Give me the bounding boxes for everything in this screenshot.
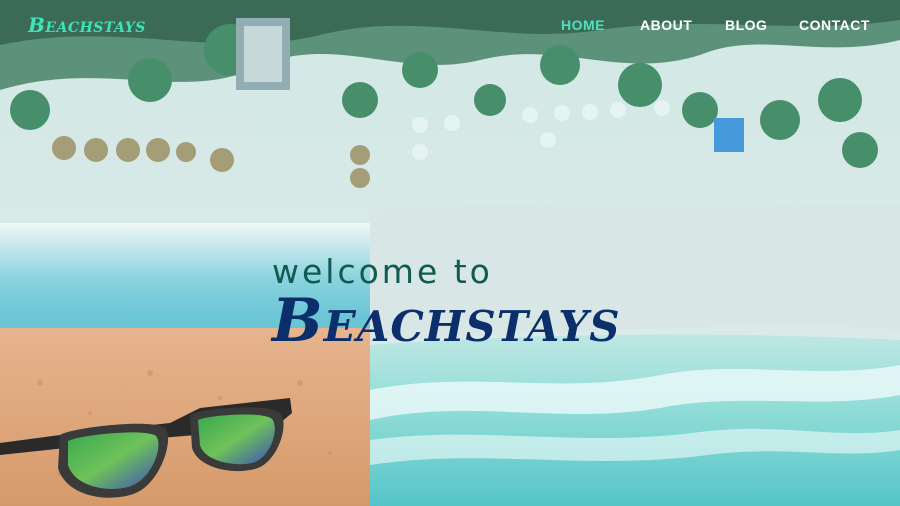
nav-about-link[interactable]: ABOUT xyxy=(640,17,692,33)
hero-brand-title: Beachstays xyxy=(272,286,621,356)
nav-blog-link[interactable]: BLOG xyxy=(725,17,767,33)
nav-home-link[interactable]: HOME xyxy=(561,17,605,33)
nav-contact-link[interactable]: CONTACT xyxy=(799,17,870,33)
brand-logo[interactable]: Beachstays xyxy=(28,13,146,37)
